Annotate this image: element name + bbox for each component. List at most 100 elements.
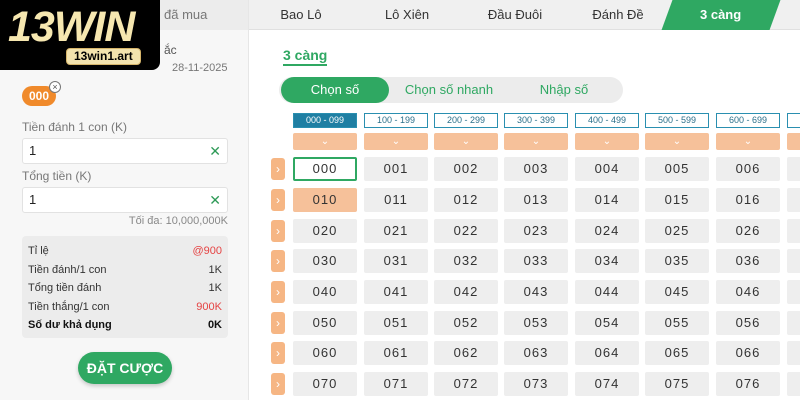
- number-cell-overflow[interactable]: [787, 249, 800, 273]
- number-cell[interactable]: 011: [364, 188, 428, 212]
- number-cell[interactable]: 073: [504, 372, 568, 396]
- mode-option-0[interactable]: Chọn số: [281, 77, 389, 103]
- number-cell[interactable]: 036: [716, 249, 780, 273]
- number-cell[interactable]: 000: [293, 157, 357, 181]
- remove-chip-icon[interactable]: ×: [49, 81, 61, 93]
- number-cell-overflow[interactable]: [787, 188, 800, 212]
- number-cell[interactable]: 050: [293, 311, 357, 335]
- tab-3[interactable]: Đánh Đề: [569, 0, 667, 30]
- number-cell[interactable]: 002: [434, 157, 498, 181]
- chevron-down-icon[interactable]: ⌄: [293, 133, 357, 150]
- range-tab[interactable]: 000 - 099: [293, 113, 357, 128]
- number-cell[interactable]: 015: [645, 188, 709, 212]
- number-cell[interactable]: 062: [434, 341, 498, 365]
- number-cell[interactable]: 066: [716, 341, 780, 365]
- number-cell[interactable]: 023: [504, 219, 568, 243]
- place-bet-button[interactable]: ĐẶT CƯỢC: [78, 352, 172, 384]
- expand-row-arrow-icon[interactable]: ›: [271, 250, 285, 272]
- number-cell[interactable]: 022: [434, 219, 498, 243]
- chevron-down-icon[interactable]: ⌄: [434, 133, 498, 150]
- number-cell[interactable]: 010: [293, 188, 357, 212]
- number-cell[interactable]: 035: [645, 249, 709, 273]
- range-tab[interactable]: 300 - 399: [504, 113, 568, 128]
- number-cell[interactable]: 003: [504, 157, 568, 181]
- chevron-down-icon[interactable]: ⌄: [504, 133, 568, 150]
- number-cell[interactable]: 043: [504, 280, 568, 304]
- number-cell[interactable]: 004: [575, 157, 639, 181]
- range-tab[interactable]: 600 - 699: [716, 113, 780, 128]
- expand-row-arrow-icon[interactable]: ›: [271, 373, 285, 395]
- chevron-down-icon[interactable]: ⌄: [645, 133, 709, 150]
- number-cell[interactable]: 071: [364, 372, 428, 396]
- range-tab-overflow[interactable]: [787, 113, 800, 128]
- number-cell[interactable]: 012: [434, 188, 498, 212]
- expand-row-arrow-icon[interactable]: ›: [271, 189, 285, 211]
- number-cell[interactable]: 024: [575, 219, 639, 243]
- tab-0[interactable]: Bao Lô: [249, 0, 353, 30]
- number-cell[interactable]: 030: [293, 249, 357, 273]
- number-cell[interactable]: 061: [364, 341, 428, 365]
- number-cell[interactable]: 032: [434, 249, 498, 273]
- number-cell[interactable]: 034: [575, 249, 639, 273]
- number-cell-overflow[interactable]: [787, 341, 800, 365]
- range-tab[interactable]: 500 - 599: [645, 113, 709, 128]
- number-cell[interactable]: 026: [716, 219, 780, 243]
- stake-input[interactable]: 1 ✕: [22, 138, 228, 164]
- number-cell[interactable]: 052: [434, 311, 498, 335]
- chevron-down-icon[interactable]: [787, 133, 800, 150]
- mode-option-2[interactable]: Nhập số: [515, 77, 613, 103]
- number-cell-overflow[interactable]: [787, 219, 800, 243]
- number-cell[interactable]: 053: [504, 311, 568, 335]
- number-cell[interactable]: 065: [645, 341, 709, 365]
- number-cell[interactable]: 074: [575, 372, 639, 396]
- number-cell[interactable]: 031: [364, 249, 428, 273]
- chevron-down-icon[interactable]: ⌄: [364, 133, 428, 150]
- clear-total-icon[interactable]: ✕: [209, 188, 221, 212]
- number-cell[interactable]: 042: [434, 280, 498, 304]
- number-cell[interactable]: 056: [716, 311, 780, 335]
- number-cell[interactable]: 020: [293, 219, 357, 243]
- number-cell[interactable]: 076: [716, 372, 780, 396]
- number-cell[interactable]: 075: [645, 372, 709, 396]
- mode-option-1[interactable]: Chọn số nhanh: [389, 77, 509, 103]
- chevron-down-icon[interactable]: ⌄: [716, 133, 780, 150]
- number-cell[interactable]: 013: [504, 188, 568, 212]
- number-cell[interactable]: 063: [504, 341, 568, 365]
- number-cell[interactable]: 045: [645, 280, 709, 304]
- tab-4[interactable]: 3 càng: [661, 0, 781, 30]
- number-cell[interactable]: 033: [504, 249, 568, 273]
- number-cell-overflow[interactable]: [787, 157, 800, 181]
- tab-2[interactable]: Đầu Đuôi: [461, 0, 569, 30]
- number-cell-overflow[interactable]: [787, 311, 800, 335]
- number-cell[interactable]: 072: [434, 372, 498, 396]
- number-cell-overflow[interactable]: [787, 372, 800, 396]
- number-cell[interactable]: 005: [645, 157, 709, 181]
- number-cell[interactable]: 046: [716, 280, 780, 304]
- number-cell[interactable]: 006: [716, 157, 780, 181]
- number-cell[interactable]: 025: [645, 219, 709, 243]
- expand-row-arrow-icon[interactable]: ›: [271, 342, 285, 364]
- number-cell-overflow[interactable]: [787, 280, 800, 304]
- number-cell[interactable]: 070: [293, 372, 357, 396]
- number-cell[interactable]: 040: [293, 280, 357, 304]
- number-cell[interactable]: 064: [575, 341, 639, 365]
- range-tab[interactable]: 400 - 499: [575, 113, 639, 128]
- number-cell[interactable]: 044: [575, 280, 639, 304]
- expand-row-arrow-icon[interactable]: ›: [271, 220, 285, 242]
- number-cell[interactable]: 021: [364, 219, 428, 243]
- expand-row-arrow-icon[interactable]: ›: [271, 312, 285, 334]
- range-tab[interactable]: 200 - 299: [434, 113, 498, 128]
- chevron-down-icon[interactable]: ⌄: [575, 133, 639, 150]
- clear-stake-icon[interactable]: ✕: [209, 139, 221, 163]
- tab-1[interactable]: Lô Xiên: [353, 0, 461, 30]
- number-cell[interactable]: 060: [293, 341, 357, 365]
- expand-row-arrow-icon[interactable]: ›: [271, 158, 285, 180]
- number-cell[interactable]: 041: [364, 280, 428, 304]
- total-input[interactable]: 1 ✕: [22, 187, 228, 213]
- expand-row-arrow-icon[interactable]: ›: [271, 281, 285, 303]
- tab-bought[interactable]: đã mua: [152, 0, 248, 30]
- number-cell[interactable]: 055: [645, 311, 709, 335]
- number-cell[interactable]: 016: [716, 188, 780, 212]
- range-tab[interactable]: 100 - 199: [364, 113, 428, 128]
- number-cell[interactable]: 051: [364, 311, 428, 335]
